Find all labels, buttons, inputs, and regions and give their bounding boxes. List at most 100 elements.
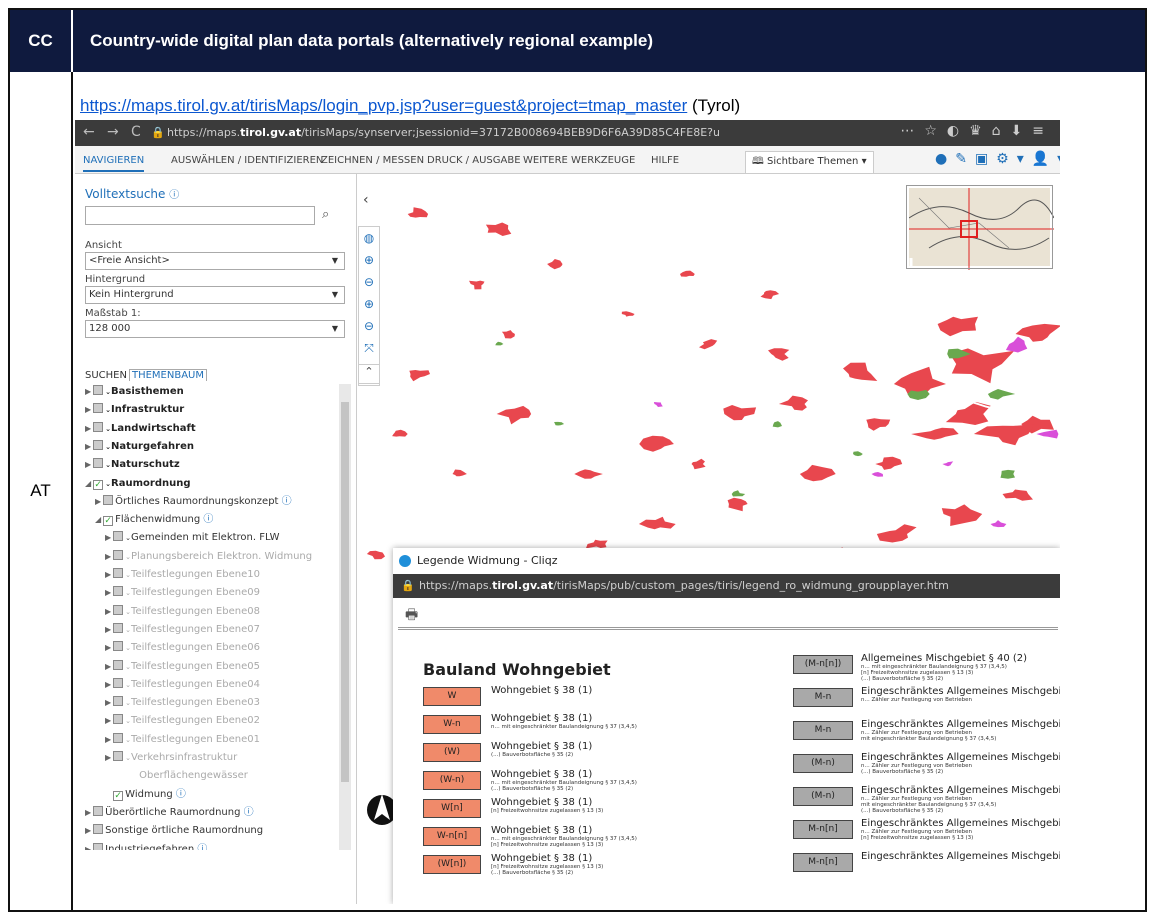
layer-checkbox[interactable] (113, 568, 124, 578)
expand-icon[interactable]: ▶ (105, 643, 111, 652)
expand-icon[interactable]: ▶ (85, 460, 91, 469)
tree-item[interactable]: ▶ Überörtliche Raumordnung ⓘ (85, 805, 254, 821)
tree-item[interactable]: ▶ ⌄Teilfestlegungen Ebene09 (105, 585, 260, 601)
layer-checkbox[interactable] (113, 641, 124, 652)
collapse-sidebar-icon[interactable]: ‹ (363, 192, 369, 208)
tree-item[interactable]: ▶ Industriegefahren ⓘ (85, 842, 207, 851)
forward-icon[interactable]: → (107, 124, 119, 140)
menu-werkzeuge[interactable]: WEITERE WERKZEUGE (523, 155, 635, 166)
info-icon[interactable]: ⓘ (203, 514, 213, 525)
portal-link[interactable]: https://maps.tirol.gv.at/tirisMaps/login… (80, 96, 687, 115)
tree-item[interactable]: ▶ ⌄Teilfestlegungen Ebene05 (105, 659, 260, 675)
browser-url[interactable]: https://maps.tirol.gv.at/tirisMaps/synse… (167, 124, 757, 142)
zoom-in-icon[interactable]: ⊕ (359, 293, 379, 315)
tree-item[interactable]: ▶ ⌄Gemeinden mit Elektron. FLW (105, 530, 280, 546)
collapse-icon[interactable]: ◢ (85, 479, 91, 488)
layer-checkbox[interactable] (113, 586, 124, 597)
search-icon[interactable]: ⌕ (322, 207, 329, 222)
tree-item[interactable]: ▶ ⌄Naturschutz (85, 457, 180, 473)
layer-checkbox[interactable] (113, 696, 124, 707)
tree-item[interactable]: ▶ ⌄Teilfestlegungen Ebene03 (105, 695, 260, 711)
zoom-in-icon[interactable]: ⊕ (359, 249, 379, 271)
tree-item[interactable]: ▶Oberflächengewässer (133, 768, 248, 784)
collapse-toolbar-icon[interactable]: ⌃ (358, 364, 380, 384)
expand-icon[interactable]: ▶ (105, 735, 111, 744)
layer-checkbox[interactable] (113, 677, 124, 688)
fulltext-search-input[interactable] (85, 206, 315, 225)
visible-themes-dropdown[interactable]: 🕮 Sichtbare Themen ▾ (745, 151, 874, 174)
tree-item[interactable]: ▶ ⌄Verkehrsinfrastruktur (105, 750, 237, 766)
tree-scrollbar[interactable] (339, 384, 351, 850)
layer-checkbox[interactable] (93, 842, 104, 850)
tree-item[interactable]: ▶ ⌄Landwirtschaft (85, 421, 196, 437)
layer-checkbox[interactable] (93, 439, 104, 450)
tree-item[interactable]: ▶ ⌄Basisthemen (85, 384, 184, 400)
zoom-out-icon[interactable]: ⊖ (359, 271, 379, 293)
expand-icon[interactable]: ▶ (105, 552, 111, 561)
layer-checkbox[interactable] (93, 824, 104, 835)
tree-item[interactable]: ▶ ⌄Teilfestlegungen Ebene07 (105, 622, 260, 638)
layer-checkbox[interactable] (93, 385, 104, 395)
tree-item[interactable]: ▶ ⌄Teilfestlegungen Ebene02 (105, 713, 260, 729)
expand-icon[interactable]: ▶ (105, 625, 111, 634)
tree-item[interactable]: ▶ ⌄Infrastruktur (85, 402, 184, 418)
expand-icon[interactable]: ▶ (105, 753, 111, 762)
expand-icon[interactable]: ▶ (85, 808, 91, 817)
layer-checkbox[interactable] (113, 604, 124, 615)
info-icon[interactable]: ⓘ (282, 496, 292, 507)
tree-item[interactable]: ▶ Sonstige örtliche Raumordnung (85, 823, 263, 839)
tree-item[interactable]: ▶✓Widmung ⓘ (105, 787, 186, 803)
full-extent-icon[interactable]: ⤧ (359, 337, 379, 359)
layer-checkbox[interactable] (93, 403, 104, 414)
menu-zeichnen[interactable]: ZEICHNEN / MESSEN (321, 155, 424, 166)
print-icon[interactable]: 🖶 (405, 604, 418, 628)
layer-checkbox[interactable] (93, 458, 104, 469)
tab-themenbaum[interactable]: THEMENBAUM (128, 369, 207, 381)
tree-item[interactable]: ▶ ⌄Planungsbereich Elektron. Widmung (105, 549, 312, 565)
popup-url-bar[interactable]: 🔒 https://maps.tirol.gv.at/tirisMaps/pub/… (393, 574, 1060, 598)
expand-icon[interactable]: ▶ (105, 662, 111, 671)
tree-item[interactable]: ▶ ⌄Teilfestlegungen Ebene08 (105, 604, 260, 620)
expand-icon[interactable]: ▶ (95, 497, 101, 506)
layer-checkbox[interactable] (113, 732, 124, 743)
layer-checkbox[interactable]: ✓ (93, 479, 104, 490)
info-icon[interactable]: ⓘ (176, 789, 186, 800)
view-select[interactable]: <Freie Ansicht> ▼ (85, 252, 345, 270)
expand-icon[interactable]: ▶ (105, 716, 111, 725)
expand-icon[interactable]: ▶ (85, 424, 91, 433)
zoom-out-icon[interactable]: ⊖ (359, 315, 379, 337)
layer-checkbox[interactable] (103, 494, 114, 505)
overview-map[interactable] (906, 185, 1055, 270)
globe-icon[interactable]: ◍ (359, 227, 379, 249)
tree-item[interactable]: ▶ ⌄Teilfestlegungen Ebene10 (105, 567, 260, 583)
layer-checkbox[interactable] (113, 531, 124, 542)
layer-checkbox[interactable] (113, 751, 124, 761)
info-icon[interactable]: ⓘ (197, 844, 207, 851)
tree-item[interactable]: ▶ ⌄Naturgefahren (85, 439, 194, 455)
expand-icon[interactable]: ▶ (85, 387, 91, 396)
expand-icon[interactable]: ▶ (105, 607, 111, 616)
menu-auswaehlen[interactable]: AUSWÄHLEN / IDENTIFIZIEREN (171, 155, 323, 166)
tree-item[interactable]: ▶ ⌄Teilfestlegungen Ebene04 (105, 677, 260, 693)
tree-item[interactable]: ◢ ✓ Flächenwidmung ⓘ (95, 512, 213, 528)
layer-checkbox[interactable] (113, 714, 124, 725)
scale-select[interactable]: 128 000 ▼ (85, 320, 345, 338)
collapse-icon[interactable]: ◢ (95, 515, 101, 524)
expand-icon[interactable]: ▶ (105, 588, 111, 597)
layer-checkbox[interactable] (93, 805, 104, 816)
browser-extension-icons[interactable]: ⋯☆◐♛⌂⬇≡ (900, 123, 1054, 139)
tree-item[interactable]: ◢ ✓ ⌄Raumordnung (85, 476, 191, 492)
background-select[interactable]: Kein Hintergrund ▼ (85, 286, 345, 304)
tab-suchen[interactable]: SUCHEN (83, 370, 129, 381)
reload-icon[interactable]: C (131, 124, 141, 140)
expand-icon[interactable]: ▶ (85, 405, 91, 414)
scrollbar-thumb[interactable] (341, 402, 349, 782)
expand-icon[interactable]: ▶ (85, 442, 91, 451)
layer-checkbox[interactable]: ✓ (113, 790, 124, 801)
tree-item[interactable]: ▶ Örtliches Raumordnungskonzept ⓘ (95, 494, 292, 510)
menu-druck[interactable]: DRUCK / AUSGABE (427, 155, 521, 166)
back-icon[interactable]: ← (83, 124, 95, 140)
menu-navigieren[interactable]: NAVIGIEREN (83, 155, 145, 172)
expand-icon[interactable]: ▶ (85, 826, 91, 835)
expand-icon[interactable]: ▶ (105, 533, 111, 542)
